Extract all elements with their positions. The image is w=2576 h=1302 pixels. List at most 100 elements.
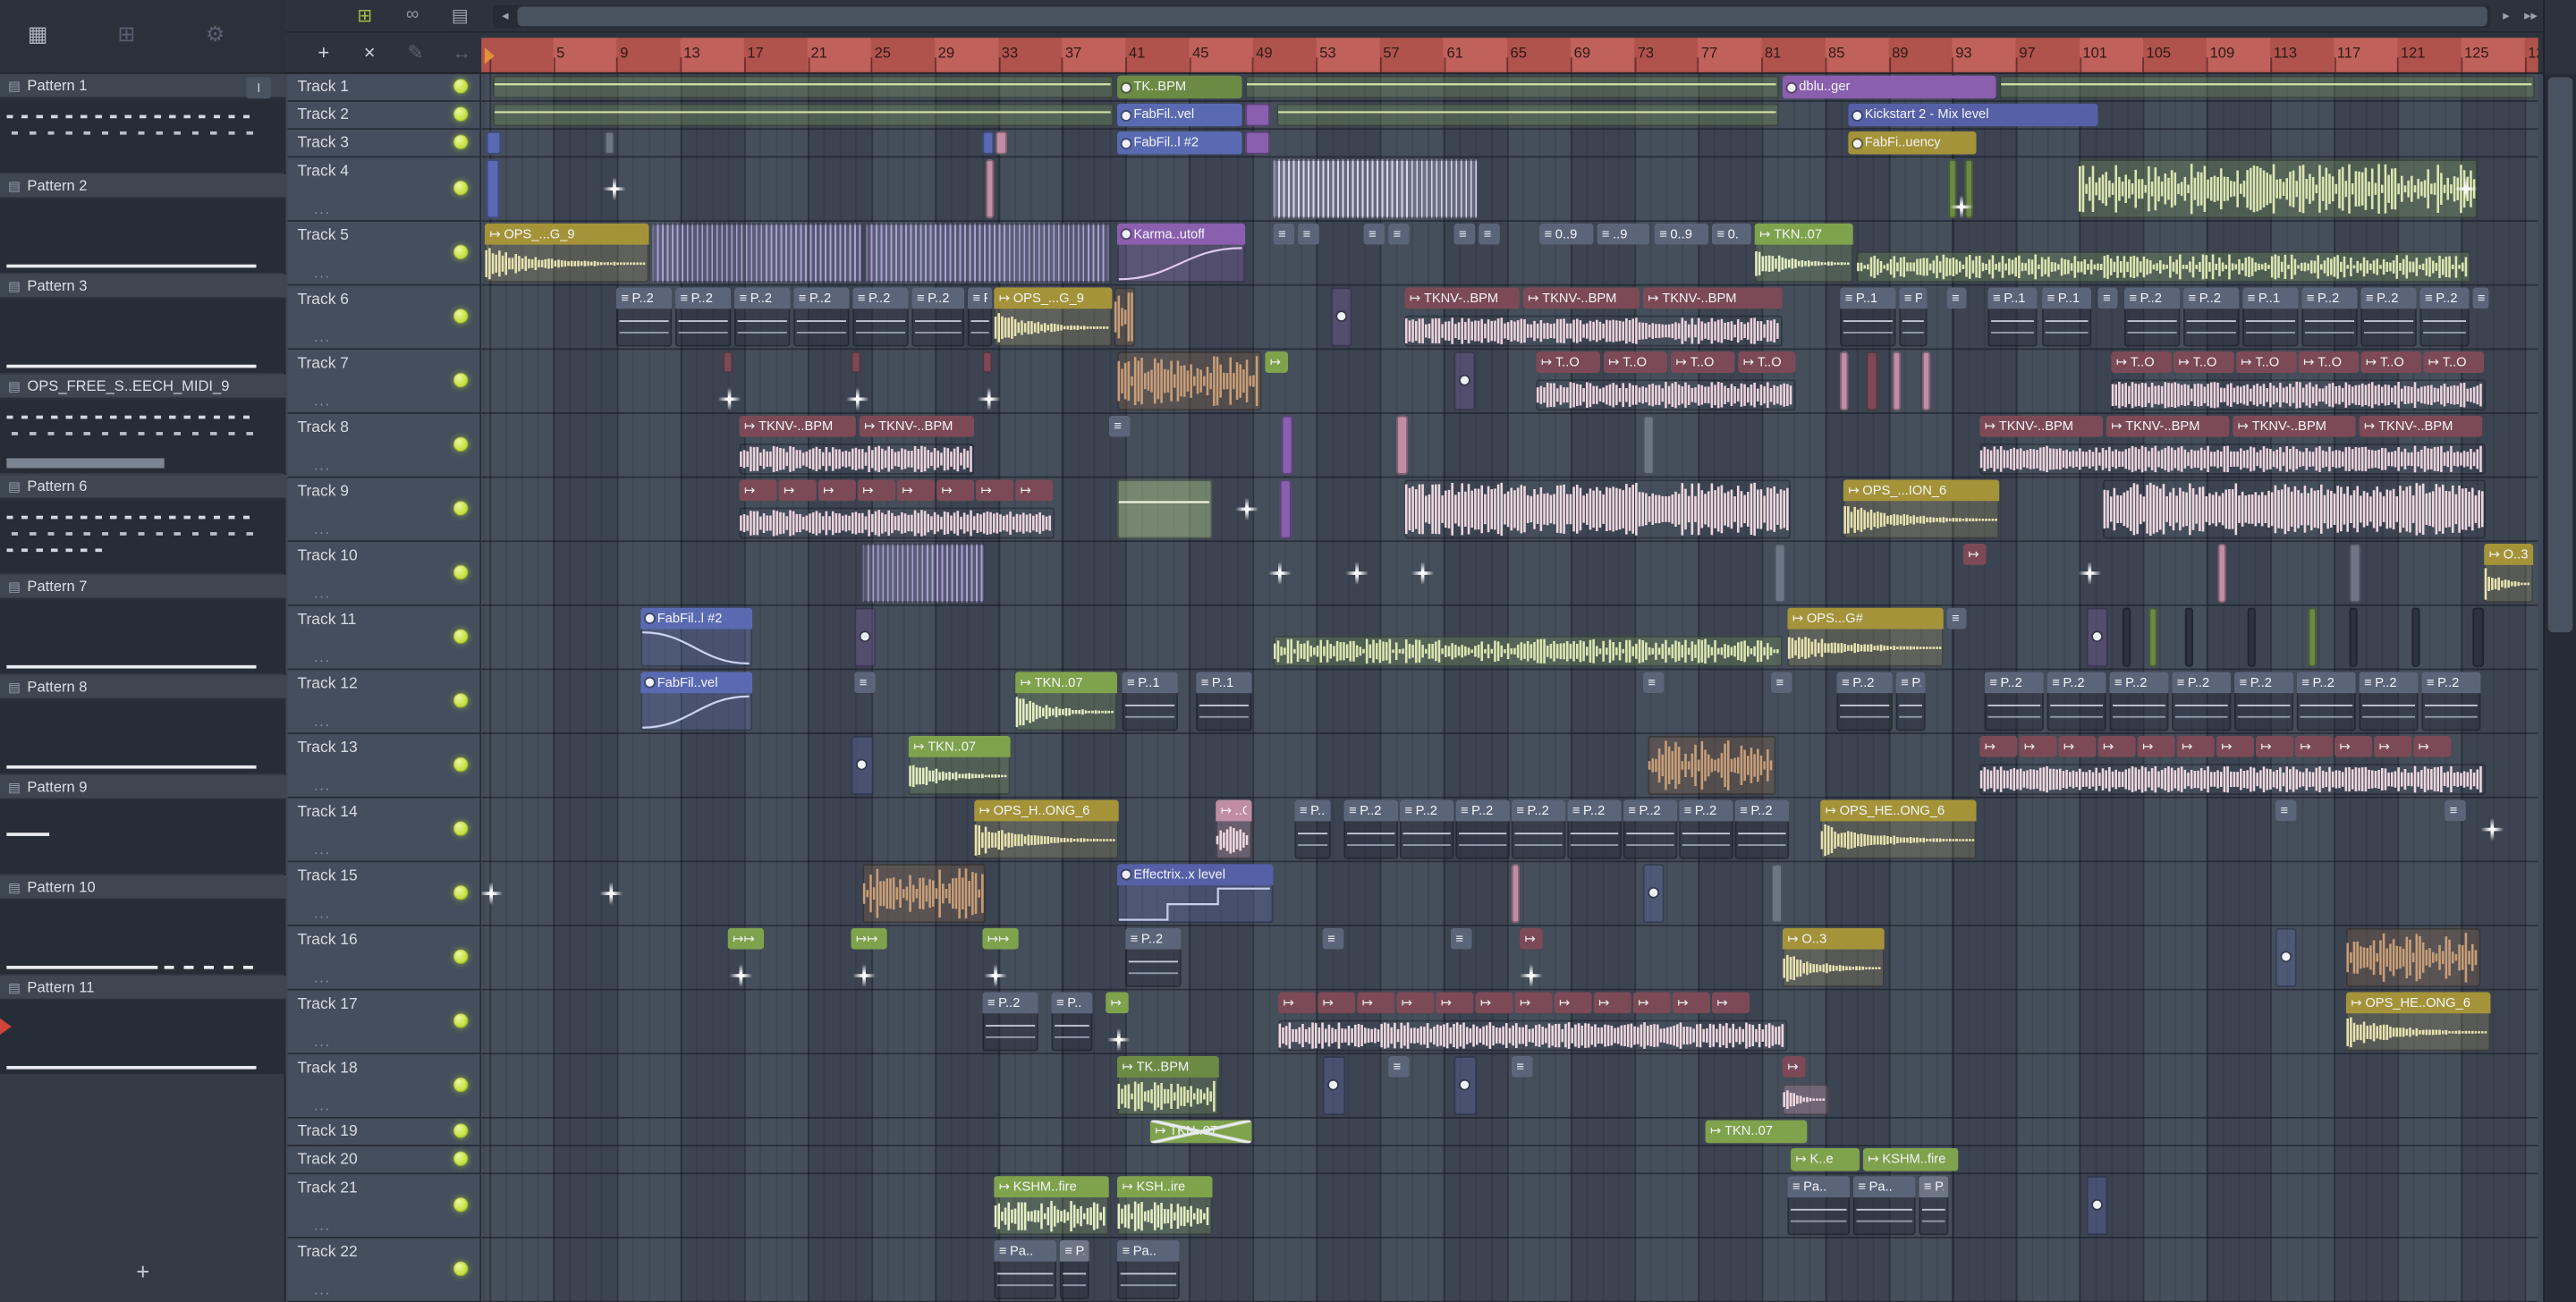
audio-clip[interactable]: [1404, 316, 1782, 347]
pattern-clip[interactable]: ≡ Pa..: [1116, 1239, 1180, 1299]
marker-tool-icon[interactable]: ⊞: [345, 5, 385, 27]
track-mute-led[interactable]: [453, 1013, 469, 1028]
track-mute-led[interactable]: [453, 134, 469, 150]
audio-clip[interactable]: [1979, 764, 2486, 795]
pattern-clip[interactable]: ≡ 0.: [1711, 223, 1751, 245]
pattern-clip[interactable]: ≡ P..2: [1836, 672, 1893, 731]
audio-clip[interactable]: ↦: [739, 479, 777, 502]
audio-clip[interactable]: ↦ TKN..07: [1149, 1120, 1252, 1144]
pattern-clip[interactable]: ≡ P..1: [1840, 287, 1896, 347]
audio-clip[interactable]: ↦: [2019, 735, 2057, 757]
track-header[interactable]: Track 15...: [287, 862, 482, 926]
pattern-item-header[interactable]: ▤ Pattern 7: [0, 574, 286, 600]
marker-clip[interactable]: [2148, 607, 2157, 667]
audio-clip[interactable]: ↦: [1318, 992, 1356, 1014]
audio-clip[interactable]: ↦: [857, 479, 896, 502]
audio-clip[interactable]: [652, 223, 863, 283]
audio-clip[interactable]: ↦: [1519, 927, 1543, 950]
pan-tool-icon[interactable]: ↔: [444, 41, 479, 64]
audio-clip[interactable]: [1782, 1084, 1829, 1116]
automation-clip[interactable]: [1453, 351, 1476, 411]
track-lane[interactable]: [481, 926, 2538, 991]
audio-clip[interactable]: ↦: [1979, 735, 2018, 757]
pattern-clip[interactable]: ≡: [1946, 287, 1967, 309]
pattern-item[interactable]: ▤ Pattern 2: [0, 173, 286, 275]
pattern-clip[interactable]: ≡: [1108, 415, 1131, 437]
marker-clip[interactable]: [1774, 543, 1786, 604]
pattern-clip[interactable]: ≡ P..2: [734, 287, 791, 347]
audio-clip[interactable]: ↦: [936, 479, 975, 502]
audio-clip[interactable]: ↦ TKNV-..BPM: [1979, 415, 2104, 437]
pattern-clip[interactable]: ≡ P..2: [2296, 672, 2356, 731]
audio-clip[interactable]: ↦ OPS_H..ONG_6: [974, 799, 1119, 859]
pattern-clip[interactable]: ≡P..: [1294, 799, 1331, 859]
audio-clip[interactable]: ↦: [2137, 735, 2175, 757]
audio-clip[interactable]: ↦ T..O: [1738, 351, 1796, 373]
audio-clip[interactable]: ↦..G: [1216, 799, 1252, 859]
track-mute-led[interactable]: [453, 757, 469, 773]
track-lane[interactable]: [481, 1054, 2538, 1119]
audio-clip[interactable]: ↦ TKNV-..BPM: [739, 415, 856, 437]
audio-clip[interactable]: ↦ O..3: [2484, 543, 2534, 604]
marker-clip[interactable]: [982, 351, 993, 373]
pattern-item-header[interactable]: ▤ Pattern 2: [0, 173, 286, 199]
track-mute-led[interactable]: [453, 1196, 469, 1213]
audio-clip[interactable]: ↦: [1265, 351, 1288, 373]
audio-clip[interactable]: ↦↦: [982, 927, 1019, 950]
audio-clip[interactable]: ↦ TKNV-..BPM: [2106, 415, 2230, 437]
pattern-clip[interactable]: ≡ P..2: [2421, 672, 2481, 731]
pattern-item-header[interactable]: ▤ OPS_FREE_S..EECH_MIDI_9: [0, 374, 286, 400]
audio-clip[interactable]: ↦↦: [727, 927, 765, 950]
track-header[interactable]: Track 10...: [287, 542, 482, 606]
track-header[interactable]: Track 2: [287, 101, 482, 131]
marker-clip[interactable]: [2411, 607, 2420, 667]
pattern-clip[interactable]: ≡: [1642, 672, 1665, 694]
audio-clip[interactable]: ↦: [1782, 1056, 1806, 1078]
audio-clip[interactable]: [865, 223, 1109, 283]
audio-clip[interactable]: ↦: [1711, 992, 1750, 1014]
pattern-clip[interactable]: ≡P..: [1919, 1176, 1949, 1236]
audio-clip[interactable]: ↦ O..3: [1782, 927, 1885, 987]
pattern-clip[interactable]: ≡P..: [1059, 1239, 1089, 1299]
audio-clip[interactable]: ↦ TKNV-..BPM: [859, 415, 975, 437]
track-mute-led[interactable]: [453, 309, 469, 324]
pattern-item-header[interactable]: ▤ Pattern 1: [0, 73, 286, 99]
pattern-item-header[interactable]: ▤ Pattern 3: [0, 274, 286, 300]
audio-clip[interactable]: ↦ OPS_HE..ONG_6: [1820, 799, 1977, 859]
pattern-clip[interactable]: ≡: [1479, 223, 1500, 245]
audio-clip[interactable]: ↦: [2255, 735, 2294, 757]
marker-clip[interactable]: [2308, 607, 2317, 667]
pattern-clip[interactable]: ≡ P..2: [2360, 287, 2417, 347]
pattern-clip[interactable]: ≡ P..2: [1984, 672, 2044, 731]
track-mute-led[interactable]: [453, 244, 469, 260]
audio-clip[interactable]: ↦ T..O: [2423, 351, 2485, 373]
marker-clip[interactable]: [1921, 351, 1931, 411]
automation-clip[interactable]: [1330, 287, 1352, 347]
track-header[interactable]: Track 14...: [287, 798, 482, 863]
pattern-clip[interactable]: ≡: [2445, 799, 2466, 822]
pattern-clip[interactable]: ≡: [1453, 223, 1476, 245]
audio-clip[interactable]: ↦ TKN..07: [1705, 1120, 1808, 1144]
audio-clip[interactable]: ↦ T..O: [2360, 351, 2422, 373]
audio-clip[interactable]: [1273, 159, 1479, 219]
audio-clip[interactable]: ↦: [1106, 992, 1129, 1014]
marker-clip[interactable]: [2247, 607, 2256, 667]
audio-clip[interactable]: ↦: [1962, 543, 1987, 565]
audio-clip[interactable]: ↦: [1357, 992, 1395, 1014]
pattern-item[interactable]: ▤ Pattern 6: [0, 474, 286, 575]
audio-clip[interactable]: ↦ TKNV-..BPM: [1404, 287, 1520, 309]
audio-clip[interactable]: ↦: [2176, 735, 2215, 757]
playlist-grid[interactable]: TK..BPM dblu..ger FabFil..vel Kickstart 2 -…: [481, 73, 2538, 1302]
pattern-clip[interactable]: ≡ 0..9: [1654, 223, 1709, 245]
pattern-clip[interactable]: ≡ P..1: [1987, 287, 2038, 347]
audio-clip[interactable]: ↦: [1277, 992, 1317, 1014]
pattern-clip[interactable]: ≡ P..1: [2042, 287, 2092, 347]
track-mute-led[interactable]: [453, 564, 469, 580]
track-mute-led[interactable]: [453, 1123, 469, 1138]
audio-clip[interactable]: [2103, 479, 2486, 538]
pattern-clip[interactable]: ≡: [1322, 927, 1344, 950]
pattern-item[interactable]: ▤ Pattern 9: [0, 774, 286, 875]
add-button[interactable]: +: [306, 41, 342, 64]
automation-clip[interactable]: Effectrix..x level: [1116, 864, 1274, 924]
pattern-clip[interactable]: ≡ P..2: [1679, 799, 1733, 859]
